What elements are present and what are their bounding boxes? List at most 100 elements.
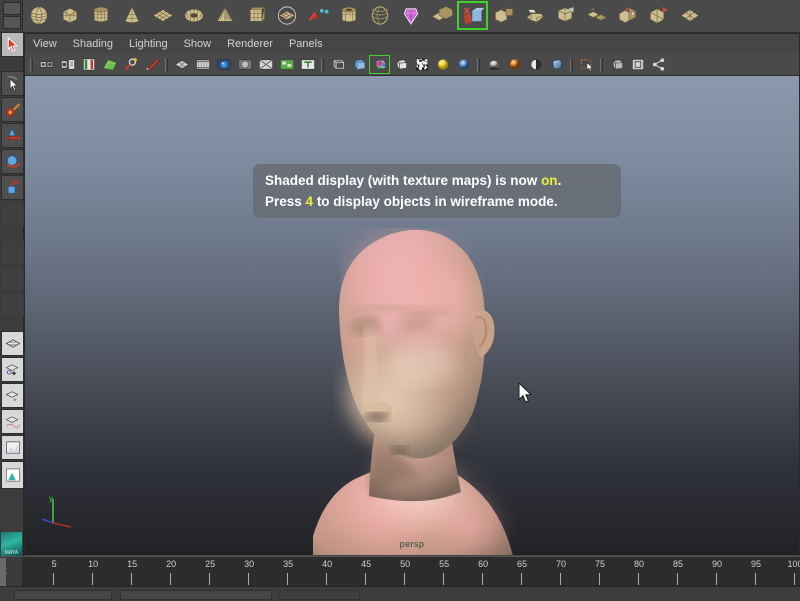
shelf-button-poly-combine[interactable] bbox=[426, 1, 457, 30]
viewport-grease-pencil-btn[interactable] bbox=[141, 55, 162, 74]
panel-tool-bar bbox=[25, 54, 799, 76]
viewport-xray-active-components-btn[interactable] bbox=[627, 55, 648, 74]
viewport-toggle-gate-mask-btn[interactable] bbox=[234, 55, 255, 74]
layout-persp-render[interactable] bbox=[1, 461, 24, 489]
viewport-image-plane-btn[interactable] bbox=[99, 55, 120, 74]
select-tool[interactable] bbox=[1, 32, 24, 57]
shelf-button-poly-torus[interactable] bbox=[178, 1, 209, 30]
viewport-toggle-grid-btn[interactable] bbox=[171, 55, 192, 74]
last-tool-used[interactable] bbox=[1, 201, 24, 226]
viewport-wireframe-on-shaded-btn[interactable] bbox=[411, 55, 432, 74]
time-slider-tick-label: 100 bbox=[787, 559, 800, 569]
viewport-use-default-light-btn[interactable] bbox=[432, 55, 453, 74]
layout-four-view[interactable] bbox=[1, 383, 24, 408]
shelf-button-poly-split-tool[interactable] bbox=[457, 0, 488, 30]
move-tool[interactable] bbox=[1, 123, 24, 148]
shelf-button-poly-prism[interactable] bbox=[240, 1, 271, 30]
menu-show[interactable]: Show bbox=[184, 34, 212, 54]
shelf-button-poly-quadrangulate[interactable] bbox=[674, 1, 705, 30]
viewport-toggle-resolution-gate-btn[interactable] bbox=[213, 55, 234, 74]
shelf-button-poly-extrude[interactable] bbox=[488, 1, 519, 30]
time-slider-tick-mark bbox=[92, 573, 94, 585]
viewport-two-d-pan-zoom-btn[interactable] bbox=[120, 55, 141, 74]
layout-persp-outliner[interactable] bbox=[1, 357, 24, 382]
shelf-button-poly-sphere[interactable] bbox=[23, 1, 54, 30]
shelf-button-poly-plane[interactable] bbox=[147, 1, 178, 30]
camera-name-label: persp bbox=[399, 539, 425, 549]
menu-lighting[interactable]: Lighting bbox=[129, 34, 168, 54]
toolbox-divider-2 bbox=[1, 227, 22, 239]
viewport-isolate-select-btn[interactable] bbox=[576, 55, 597, 74]
maya-logo: MAYA bbox=[1, 532, 22, 556]
head-model-3d[interactable] bbox=[273, 196, 533, 555]
viewport-multisample-btn[interactable] bbox=[546, 55, 567, 74]
shelf-tab-icon-top[interactable] bbox=[3, 2, 21, 15]
shelf-button-poly-soft-edge[interactable] bbox=[302, 1, 333, 30]
menu-shading[interactable]: Shading bbox=[73, 34, 113, 54]
shelf-button-poly-cone[interactable] bbox=[116, 1, 147, 30]
viewport-select-camera-btn[interactable] bbox=[36, 55, 57, 74]
time-slider-playhead[interactable] bbox=[0, 558, 6, 586]
shelf-button-poly-gem[interactable] bbox=[395, 1, 426, 30]
time-slider-tick-label: 5 bbox=[51, 559, 57, 569]
shelf-button-poly-disc[interactable] bbox=[271, 1, 302, 30]
toolbar-separator bbox=[567, 57, 576, 73]
viewport-xray-joints-btn[interactable] bbox=[606, 55, 627, 74]
shelf-button-poly-pyramid[interactable] bbox=[209, 1, 240, 30]
viewport-share-btn[interactable] bbox=[648, 55, 669, 74]
viewport-camera-attributes-btn[interactable] bbox=[57, 55, 78, 74]
menu-renderer[interactable]: Renderer bbox=[227, 34, 273, 54]
tooltip-line1-prefix: Shaded display (with texture maps) is no… bbox=[265, 173, 542, 188]
shelf-button-poly-wedge[interactable] bbox=[550, 1, 581, 30]
range-end-field[interactable] bbox=[278, 590, 360, 600]
time-slider-tick-label: 85 bbox=[673, 559, 684, 569]
shelf-button-poly-smooth[interactable] bbox=[612, 1, 643, 30]
layout-persp-hypershade[interactable] bbox=[1, 435, 24, 460]
lasso-select-tool[interactable] bbox=[1, 71, 24, 96]
time-slider[interactable]: 1 51015202530354045505560657075808590951… bbox=[0, 556, 800, 587]
viewport-motion-blur-btn[interactable] bbox=[525, 55, 546, 74]
scale-tool[interactable] bbox=[1, 175, 24, 200]
time-slider-tick-mark bbox=[287, 573, 289, 585]
layout-persp-graph[interactable] bbox=[1, 409, 24, 434]
time-slider-tick-label: 50 bbox=[400, 559, 411, 569]
viewport-exposure-btn[interactable] bbox=[255, 55, 276, 74]
shelf-button-poly-duplicate-face[interactable] bbox=[581, 1, 612, 30]
shelf-button-poly-bevel[interactable] bbox=[519, 1, 550, 30]
time-slider-tick-label: 95 bbox=[750, 559, 761, 569]
viewport-3d-canvas[interactable]: y persp Shaded display (with texture map… bbox=[25, 76, 799, 555]
paint-select-tool[interactable] bbox=[1, 97, 24, 122]
viewport-use-all-lights-btn[interactable] bbox=[453, 55, 474, 74]
viewport-shadows-btn[interactable] bbox=[483, 55, 504, 74]
viewport-xray-btn[interactable] bbox=[276, 55, 297, 74]
viewport-smooth-shade-textured-btn[interactable] bbox=[369, 55, 390, 74]
time-slider-tick-label: 15 bbox=[127, 559, 138, 569]
viewport-text-btn[interactable] bbox=[297, 55, 318, 74]
viewport-toggle-film-gate-btn[interactable] bbox=[192, 55, 213, 74]
range-start-field[interactable] bbox=[14, 590, 112, 600]
shelf-button-poly-cylinder[interactable] bbox=[85, 1, 116, 30]
shelf-button-poly-helix[interactable] bbox=[364, 1, 395, 30]
rotate-tool[interactable] bbox=[1, 149, 24, 174]
viewport-flat-shade-btn[interactable] bbox=[390, 55, 411, 74]
time-slider-tick-label: 40 bbox=[322, 559, 333, 569]
shelf-button-poly-cube[interactable] bbox=[54, 1, 85, 30]
time-slider-tick-mark bbox=[404, 573, 406, 585]
time-slider-tick-mark bbox=[53, 573, 55, 585]
toolbar-separator bbox=[162, 57, 171, 73]
layout-single-perspective[interactable] bbox=[1, 331, 24, 356]
viewport-ambient-occlusion-btn[interactable] bbox=[504, 55, 525, 74]
time-slider-tick-mark bbox=[521, 573, 523, 585]
viewport-smooth-shade-all-btn[interactable] bbox=[348, 55, 369, 74]
viewport-bookmarks-btn[interactable] bbox=[78, 55, 99, 74]
toolbox-spacer-a bbox=[1, 240, 24, 265]
menu-view[interactable]: View bbox=[33, 34, 57, 54]
shelf-button-poly-triangulate[interactable] bbox=[643, 1, 674, 30]
shelf-tab-strip[interactable] bbox=[0, 0, 23, 32]
menu-panels[interactable]: Panels bbox=[289, 34, 323, 54]
shelf-button-poly-pipe[interactable] bbox=[333, 1, 364, 30]
shelf-tab-icon-bottom[interactable] bbox=[3, 16, 21, 29]
range-bar[interactable] bbox=[120, 590, 272, 600]
shelf-bar bbox=[0, 0, 800, 33]
viewport-wireframe-shading-btn[interactable] bbox=[327, 55, 348, 74]
